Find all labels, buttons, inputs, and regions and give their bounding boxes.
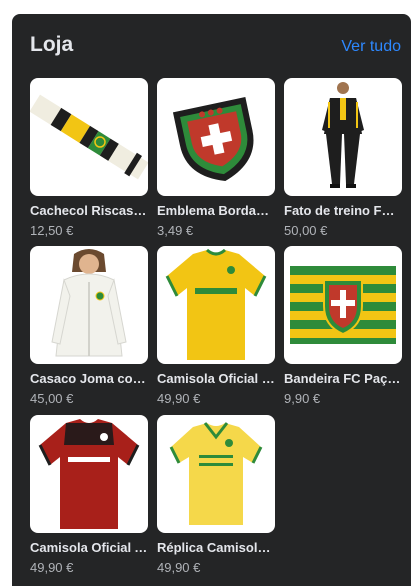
product-name: Camisola Oficial Principal [157,371,275,386]
shop-title: Loja [30,33,74,56]
product-card[interactable]: Bandeira FC Paços de Ferreira 9,90 € [284,246,402,406]
tracksuit-icon [322,82,364,188]
hoodie-icon [51,249,127,357]
product-name: Camisola Oficial Alternativa [30,540,148,555]
product-price: 45,00 € [30,391,74,406]
see-all-link[interactable]: Ver tudo [341,38,401,56]
product-card[interactable]: Cachecol Riscas FC Paços de Ferreira 12,… [30,78,148,238]
product-price: 49,90 € [30,560,74,575]
product-image[interactable] [30,78,148,196]
product-name: Fato de treino FC Paços de Ferreira [284,203,402,218]
product-name: Casaco Joma com capuz [30,371,148,386]
product-image[interactable] [157,246,275,364]
product-name: Cachecol Riscas FC Paços de Ferreira [30,203,148,218]
product-image[interactable] [284,246,402,364]
product-card[interactable]: Camisola Oficial Alternativa 49,90 € [30,415,148,575]
product-card[interactable]: Réplica Camisola Capital do Móvel 49,90 … [157,415,275,575]
product-card[interactable]: Casaco Joma com capuz 45,00 € [30,246,148,406]
product-name: Bandeira FC Paços de Ferreira [284,371,402,386]
yellow-jersey-icon [165,248,267,360]
product-price: 49,90 € [157,560,201,575]
retro-jersey-icon [169,422,263,525]
red-jersey-icon [38,419,140,529]
product-image[interactable] [284,78,402,196]
product-card[interactable]: Camisola Oficial Principal 49,90 € [157,246,275,406]
product-image[interactable] [157,415,275,533]
product-price: 50,00 € [284,223,328,238]
scarf-icon [30,94,148,180]
product-image[interactable] [30,246,148,364]
product-price: 49,90 € [157,391,201,406]
product-image[interactable] [157,78,275,196]
flag-icon [290,266,396,344]
product-image[interactable] [30,415,148,533]
product-card[interactable]: Emblema Bordado FC Paços de Ferreira 3,4… [157,78,275,238]
product-name: Réplica Camisola Capital do Móvel [157,540,275,555]
product-name: Emblema Bordado FC Paços de Ferreira [157,203,275,218]
shop-panel: Loja Ver tudo Cachecol Riscas F 12,50 € … [12,14,411,586]
product-card[interactable]: Fato de treino FC Paços de Ferreira 50,0… [284,78,402,238]
product-price: 9,90 € [284,391,321,406]
product-price: 3,49 € [157,223,194,238]
shop-header: Loja Ver tudo [30,33,401,61]
badge-icon [172,97,254,182]
product-price: 12,50 € [30,223,74,238]
